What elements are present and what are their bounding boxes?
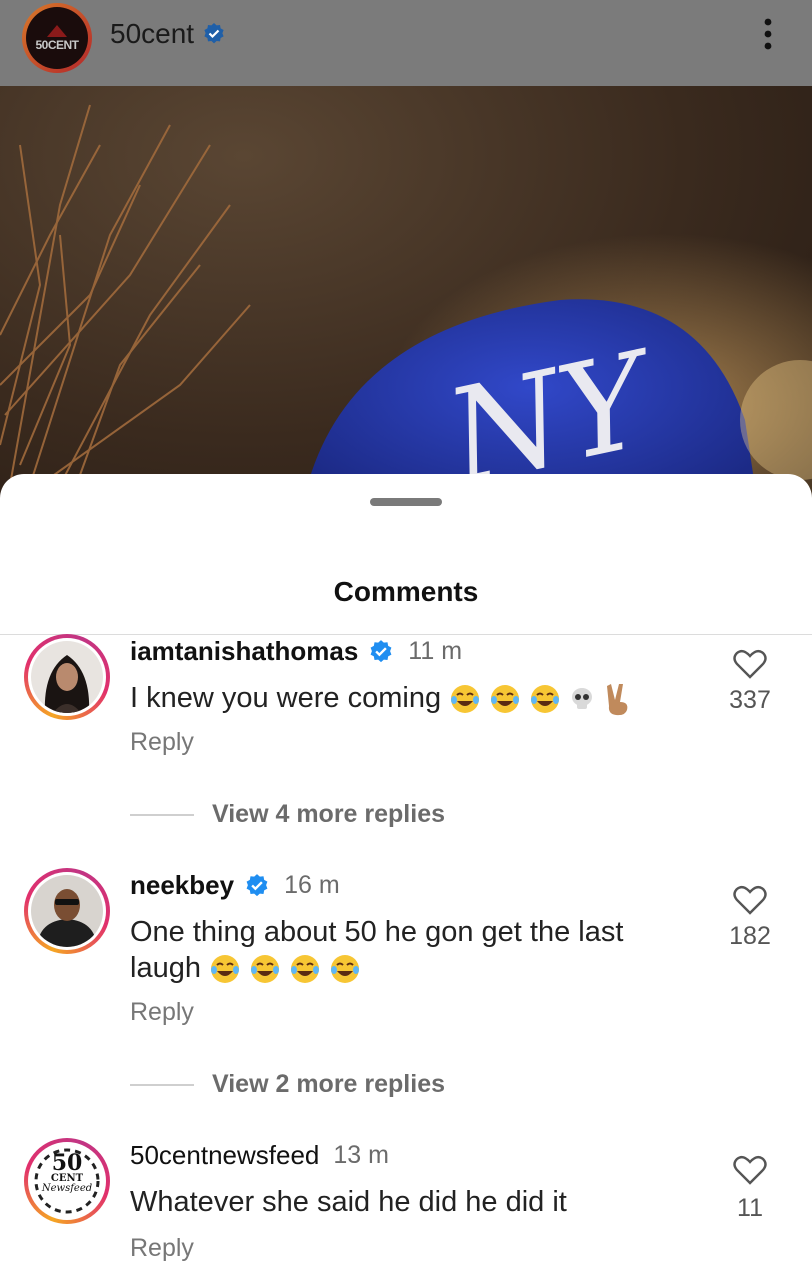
laughing-tears-emoji-icon [291,955,320,984]
laughing-tears-emoji-icon [531,685,560,714]
twig-decor [0,104,251,485]
view-more-replies-button[interactable]: View 2 more replies [130,1070,445,1099]
avatar-logo-newsfeed: Newsfeed [41,1183,93,1194]
comment-time: 11 m [408,637,463,665]
laughing-tears-emoji-icon [451,685,480,714]
sheet-divider [0,634,812,635]
comment-text-line1: One thing about 50 he gon get the last [130,916,624,948]
like-count: 11 [737,1194,763,1222]
comment-time: 16 m [284,871,340,899]
post-header: 50CENT 50cent [0,0,812,86]
laughing-tears-emoji-icon [211,955,240,984]
skull-emoji-icon [572,688,593,710]
comment-time: 13 m [333,1141,389,1169]
view-more-replies-button[interactable]: View 4 more replies [130,800,445,829]
comment-username[interactable]: neekbey [130,870,234,901]
avatar-photo-icon [31,641,103,713]
replies-divider [130,813,194,816]
sheet-title: Comments [333,576,479,607]
comment-text-line2-wrap: laugh [130,950,690,986]
reply-button[interactable]: Reply [130,728,194,757]
comment-username[interactable]: 50centnewsfeed [130,1140,319,1171]
comment-avatar[interactable] [24,634,110,720]
logo-icon [47,25,67,37]
reply-button[interactable]: Reply [130,998,194,1027]
comment-avatar[interactable] [24,868,110,954]
replies-divider [130,1083,194,1086]
victory-hand-emoji-icon [607,684,628,716]
avatar-logo-text: 50 CENT Newsfeed [24,1152,110,1194]
like-count: 182 [729,922,771,950]
comment-text: Whatever she said he did he did it [130,1186,567,1218]
profile-username[interactable]: 50cent [110,18,226,50]
like-count: 337 [729,686,771,714]
more-options-icon[interactable] [760,18,776,50]
profile-avatar[interactable]: 50CENT [22,3,92,73]
comment-text-line: I knew you were coming [130,680,690,716]
laughing-tears-emoji-icon [491,685,520,714]
heart-icon[interactable] [733,884,767,916]
comments-sheet: Comments iamtanishathomas 11 m I knew yo… [0,474,812,1280]
view-more-replies-label: View 2 more replies [212,1070,445,1098]
reply-button[interactable]: Reply [130,1234,194,1263]
view-more-replies-label: View 4 more replies [212,800,445,828]
avatar-photo-icon [31,875,103,947]
verified-badge-icon [204,23,224,44]
heart-icon[interactable] [733,648,767,680]
comment-text-line2: laugh [130,952,201,984]
comment-text-block: One thing about 50 he gon get the last l… [130,914,690,986]
verified-badge-icon [246,873,268,896]
avatar-logo-text: 50CENT [35,38,79,52]
verified-badge-icon [370,639,392,662]
username-label: 50cent [110,18,195,49]
sheet-drag-handle[interactable] [370,498,442,506]
comment-username[interactable]: iamtanishathomas [130,636,358,667]
heart-icon[interactable] [733,1154,767,1186]
laughing-tears-emoji-icon [331,955,360,984]
laughing-tears-emoji-icon [251,955,280,984]
avatar-logo-50: 50 [51,1150,83,1176]
comment-text: I knew you were coming [130,682,442,714]
